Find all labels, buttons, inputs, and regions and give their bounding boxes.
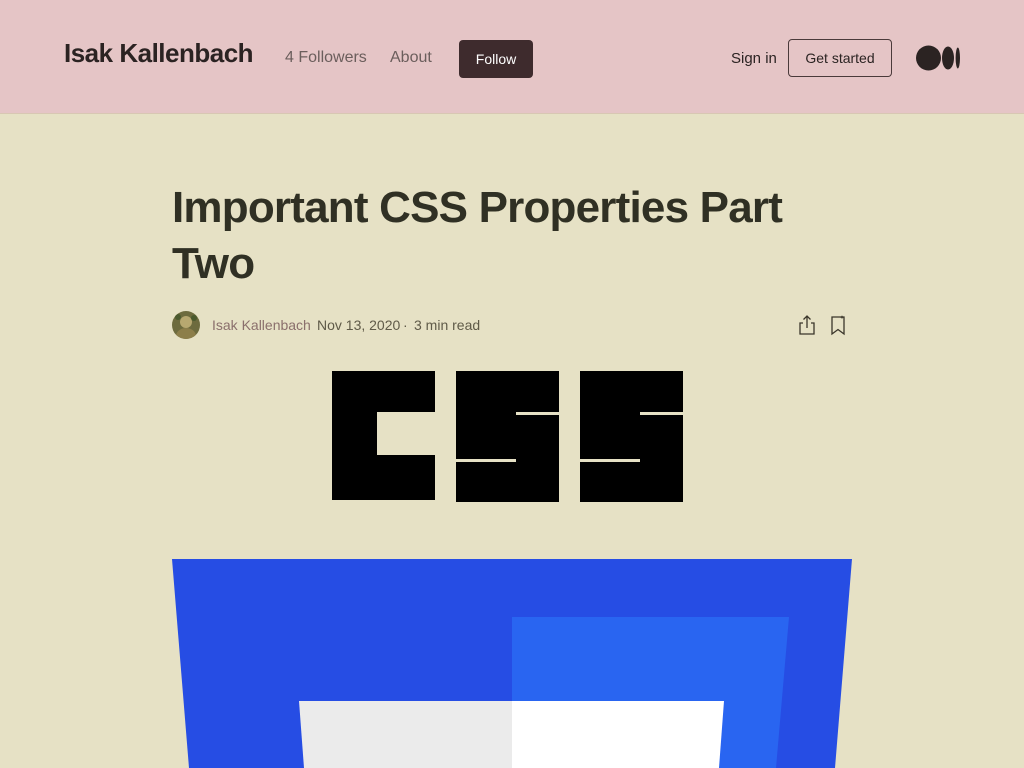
bookmark-icon[interactable] xyxy=(829,315,847,337)
get-started-button[interactable]: Get started xyxy=(788,39,892,77)
css-wordmark-image xyxy=(332,371,683,502)
author-name-link[interactable]: Isak Kallenbach xyxy=(212,317,311,333)
share-icon[interactable] xyxy=(797,314,817,336)
top-navigation-bar: Isak Kallenbach 4 Followers About Follow… xyxy=(0,0,1024,114)
follow-button[interactable]: Follow xyxy=(459,40,533,78)
avatar-image xyxy=(172,311,200,339)
meta-separator: · xyxy=(403,317,408,333)
followers-link[interactable]: 4 Followers xyxy=(285,49,367,67)
read-time: 3 min read xyxy=(414,317,481,333)
medium-logo-icon[interactable] xyxy=(916,45,960,71)
about-link[interactable]: About xyxy=(390,49,432,67)
sign-in-link[interactable]: Sign in xyxy=(731,50,777,67)
publish-date[interactable]: Nov 13, 2020 xyxy=(317,317,400,333)
article-title: Important CSS Properties Part Two xyxy=(172,183,783,288)
css3-logo-image xyxy=(172,559,852,768)
publication-title[interactable]: Isak Kallenbach xyxy=(64,38,254,69)
author-avatar[interactable] xyxy=(172,311,200,339)
